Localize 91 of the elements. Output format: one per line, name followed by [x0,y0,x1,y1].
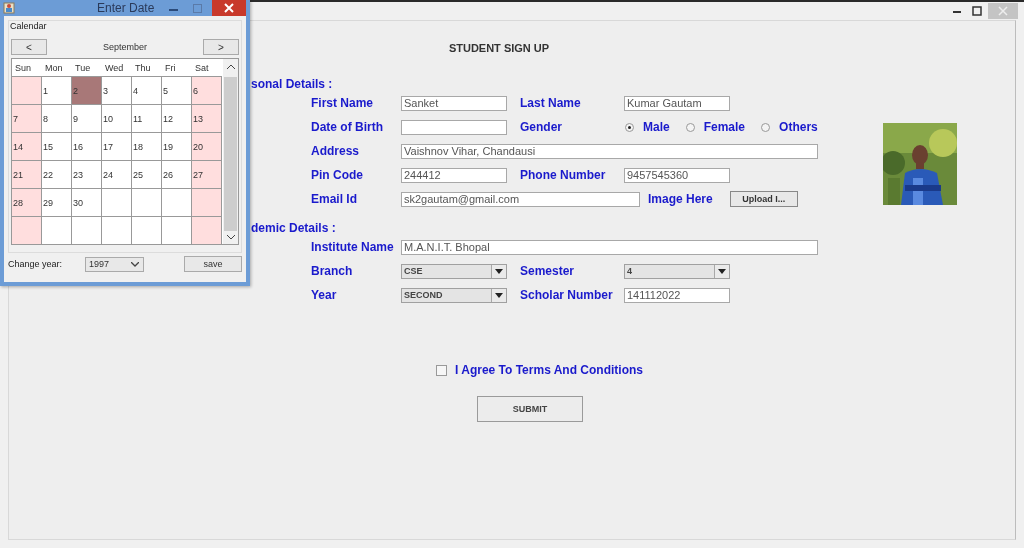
field-label: Semester [520,264,575,278]
window-title: Enter Date [97,1,155,15]
field-label: Branch [311,264,353,278]
day-cell[interactable]: 2 [72,76,102,104]
day-cell[interactable]: 4 [132,76,162,104]
phone-number-field[interactable]: 9457545360 [624,167,730,183]
semester-dropdown[interactable]: 4 [624,263,730,279]
maximize-icon [192,3,202,13]
maximize-icon [972,6,982,16]
close-icon [224,3,234,13]
save-button[interactable]: save [184,256,242,272]
section-heading: demic Details : [251,221,337,235]
app-icon [3,2,15,14]
form-title: STUDENT SIGN UP [448,42,550,54]
field-label: Last Name [520,96,581,110]
field-label: Scholar Number [520,288,613,302]
email-field[interactable]: sk2gautam@gmail.com [401,191,640,207]
field-label: Gender [520,120,562,134]
field-label: Year [311,288,337,302]
last-name-field[interactable]: Kumar Gautam [624,95,730,111]
field-label: Image Here [648,192,713,206]
field-label: Address [311,144,360,158]
scholar-number-field[interactable]: 141112022 [624,287,730,303]
day-cell[interactable]: 30 [72,188,102,216]
year-label: Change year: [8,259,64,269]
day-cell[interactable]: 20 [192,132,222,160]
day-cell[interactable]: 17 [102,132,132,160]
close-button[interactable] [212,0,246,16]
field-label: Date of Birth [311,120,383,134]
caret-icon [718,268,726,274]
caret-icon [495,292,503,298]
checkbox[interactable] [436,364,447,376]
field-label: Pin Code [311,168,363,182]
radio-button[interactable] [685,122,695,132]
day-cell[interactable]: 10 [102,104,132,132]
first-name-field[interactable]: Sanket [401,95,507,111]
day-cell[interactable]: 22 [42,160,72,188]
radio-button[interactable] [761,122,771,132]
scroll-up-icon[interactable] [226,64,235,69]
institute-name-field[interactable]: M.A.N.I.T. Bhopal [401,239,818,255]
day-cell[interactable]: 11 [132,104,162,132]
year-dropdown[interactable]: SECOND [401,287,507,303]
field-label: First Name [311,96,374,110]
day-cell[interactable]: 14 [12,132,42,160]
day-cell[interactable]: 3 [102,76,132,104]
day-cell[interactable]: 26 [162,160,192,188]
scrollbar-thumb[interactable] [224,77,237,231]
upload-button[interactable]: Upload I... [729,191,798,207]
day-cell[interactable]: 8 [42,104,72,132]
checkbox-label[interactable]: I Agree To Terms And Conditions [455,363,643,377]
day-cell[interactable]: 23 [72,160,102,188]
month-label: September [103,42,147,52]
radio-button[interactable] [625,122,634,132]
pin-code-field[interactable]: 244412 [401,167,507,183]
day-cell[interactable]: 13 [192,104,222,132]
field-label: Institute Name [311,240,394,254]
radio-label[interactable]: Female [703,120,746,134]
previous-month-button[interactable]: < [11,39,47,55]
submit-button[interactable]: SUBMIT [477,396,583,422]
section-heading: sonal Details : [251,77,334,91]
chevron-icon [131,261,139,267]
day-cell[interactable]: 5 [162,76,192,104]
branch-dropdown[interactable]: CSE [401,263,507,279]
close-icon [998,6,1008,16]
scrollbar[interactable] [223,59,238,244]
date-of-birth-field[interactable] [401,119,507,135]
day-cell[interactable]: 29 [42,188,72,216]
day-cell[interactable]: 16 [72,132,102,160]
radio-label[interactable]: Others [779,120,818,134]
radio-label[interactable]: Male [643,120,670,134]
day-cell[interactable]: 6 [192,76,222,104]
year-dropdown[interactable]: 1997 [85,256,144,272]
day-cell[interactable]: 27 [192,160,222,188]
day-cell[interactable]: 7 [12,104,42,132]
field-label: Phone Number [520,168,606,182]
day-cell[interactable]: 25 [132,160,162,188]
address-field[interactable]: Vaishnov Vihar, Chandausi [401,143,818,159]
scroll-down-icon[interactable] [226,235,235,240]
day-cell[interactable]: 12 [162,104,192,132]
day-cell[interactable]: 19 [162,132,192,160]
day-cell[interactable]: 18 [132,132,162,160]
day-cell[interactable]: 1 [42,76,72,104]
day-cell[interactable]: 24 [102,160,132,188]
next-month-button[interactable]: > [203,39,239,55]
field-label: Email Id [311,192,357,206]
caret-icon [495,268,503,274]
day-cell[interactable]: 15 [42,132,72,160]
group-label: Calendar [10,21,47,31]
day-cell[interactable]: 28 [12,188,42,216]
day-cell[interactable]: 9 [72,104,102,132]
day-cell[interactable]: 21 [12,160,42,188]
